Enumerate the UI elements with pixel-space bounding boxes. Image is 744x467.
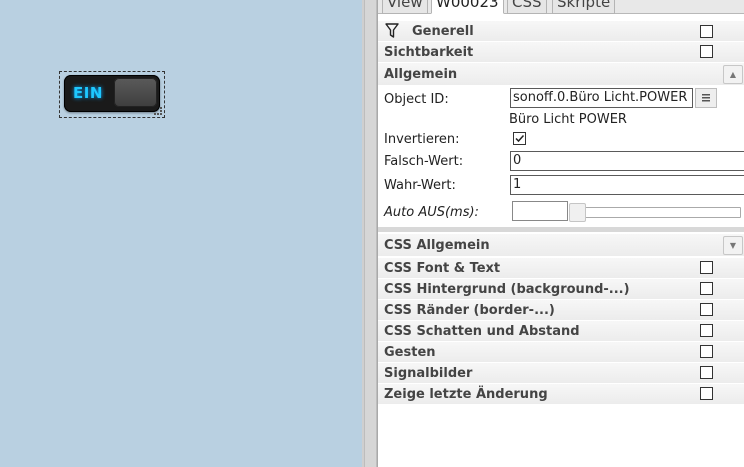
section-divider	[378, 227, 744, 232]
tab-css[interactable]: CSS	[507, 0, 547, 14]
group-css-shadow-checkbox[interactable]	[700, 324, 713, 337]
group-label: CSS Schatten und Abstand	[384, 324, 580, 339]
group-css-border-checkbox[interactable]	[700, 303, 713, 316]
group-css-border[interactable]: CSS Ränder (border-...)	[378, 300, 744, 321]
group-last-change[interactable]: Zeige letzte Änderung	[378, 384, 744, 405]
expand-down-icon[interactable]: ▼	[723, 236, 743, 255]
group-label: CSS Font & Text	[384, 261, 501, 276]
tab-view[interactable]: View	[382, 0, 428, 14]
group-gesten[interactable]: Gesten	[378, 342, 744, 363]
invert-checkbox[interactable]	[513, 132, 526, 145]
object-id-picker-button[interactable]	[695, 88, 717, 108]
object-name-text: Büro Licht POWER	[509, 112, 627, 127]
filter-icon[interactable]	[385, 23, 399, 39]
auto-off-label: Auto AUS(ms):	[384, 205, 479, 220]
group-label: Sichtbarkeit	[384, 45, 474, 60]
group-label: CSS Hintergrund (background-...)	[384, 282, 630, 297]
auto-off-input[interactable]	[512, 201, 568, 221]
group-sichtbarkeit[interactable]: Sichtbarkeit	[378, 42, 744, 63]
group-label: Signalbilder	[384, 366, 473, 381]
auto-off-slider-track[interactable]	[570, 207, 741, 218]
group-allgemein[interactable]: Allgemein ▲	[378, 63, 744, 86]
panel-splitter[interactable]	[362, 0, 377, 467]
true-value-input[interactable]: 1	[510, 175, 744, 195]
splitter-handle[interactable]	[364, 0, 377, 467]
group-last-change-checkbox[interactable]	[700, 387, 713, 400]
group-label: CSS Ränder (border-...)	[384, 303, 555, 318]
tab-scripts[interactable]: Skripte	[552, 0, 616, 14]
group-label: Zeige letzte Änderung	[384, 387, 548, 402]
group-label: Allgemein	[384, 67, 458, 82]
auto-off-slider-handle[interactable]	[569, 203, 586, 222]
group-css-allgemein[interactable]: CSS Allgemein ▼	[378, 234, 744, 257]
editor-canvas[interactable]: EIN	[0, 0, 362, 467]
resize-handle-icon[interactable]	[154, 107, 162, 115]
tab-widget[interactable]: W00023	[431, 0, 504, 14]
group-label: CSS Allgemein	[384, 238, 490, 253]
toggle-switch-widget[interactable]: EIN	[64, 75, 160, 112]
group-css-background[interactable]: CSS Hintergrund (background-...)	[378, 279, 744, 300]
panel-tabs: View W00023 CSS Skripte	[378, 0, 744, 14]
group-generell-checkbox[interactable]	[700, 25, 713, 38]
collapse-up-icon[interactable]: ▲	[723, 65, 743, 84]
true-value-label: Wahr-Wert:	[384, 178, 456, 193]
list-icon	[702, 94, 710, 102]
group-css-font-text-checkbox[interactable]	[700, 261, 713, 274]
group-signalbilder-checkbox[interactable]	[700, 366, 713, 379]
group-gesten-checkbox[interactable]	[700, 345, 713, 358]
group-css-font-text[interactable]: CSS Font & Text	[378, 258, 744, 279]
false-value-input[interactable]: 0	[510, 151, 744, 171]
object-id-input[interactable]: sonoff.0.Büro Licht.POWER	[510, 88, 693, 108]
object-id-label: Object ID:	[384, 92, 449, 107]
selected-widget-frame[interactable]: EIN	[59, 71, 165, 118]
switch-knob[interactable]	[114, 78, 157, 107]
properties-panel: View W00023 CSS Skripte Generell Sichtba…	[377, 0, 744, 467]
invert-label: Invertieren:	[384, 132, 460, 147]
group-generell[interactable]: Generell	[378, 21, 744, 42]
group-signalbilder[interactable]: Signalbilder	[378, 363, 744, 384]
switch-state-label: EIN	[73, 84, 103, 102]
group-label: Generell	[412, 24, 474, 39]
false-value-label: Falsch-Wert:	[384, 154, 464, 169]
group-label: Gesten	[384, 345, 436, 360]
checkmark-icon	[515, 134, 525, 143]
group-sichtbarkeit-checkbox[interactable]	[700, 45, 713, 58]
group-css-shadow[interactable]: CSS Schatten und Abstand	[378, 321, 744, 342]
group-css-background-checkbox[interactable]	[700, 282, 713, 295]
